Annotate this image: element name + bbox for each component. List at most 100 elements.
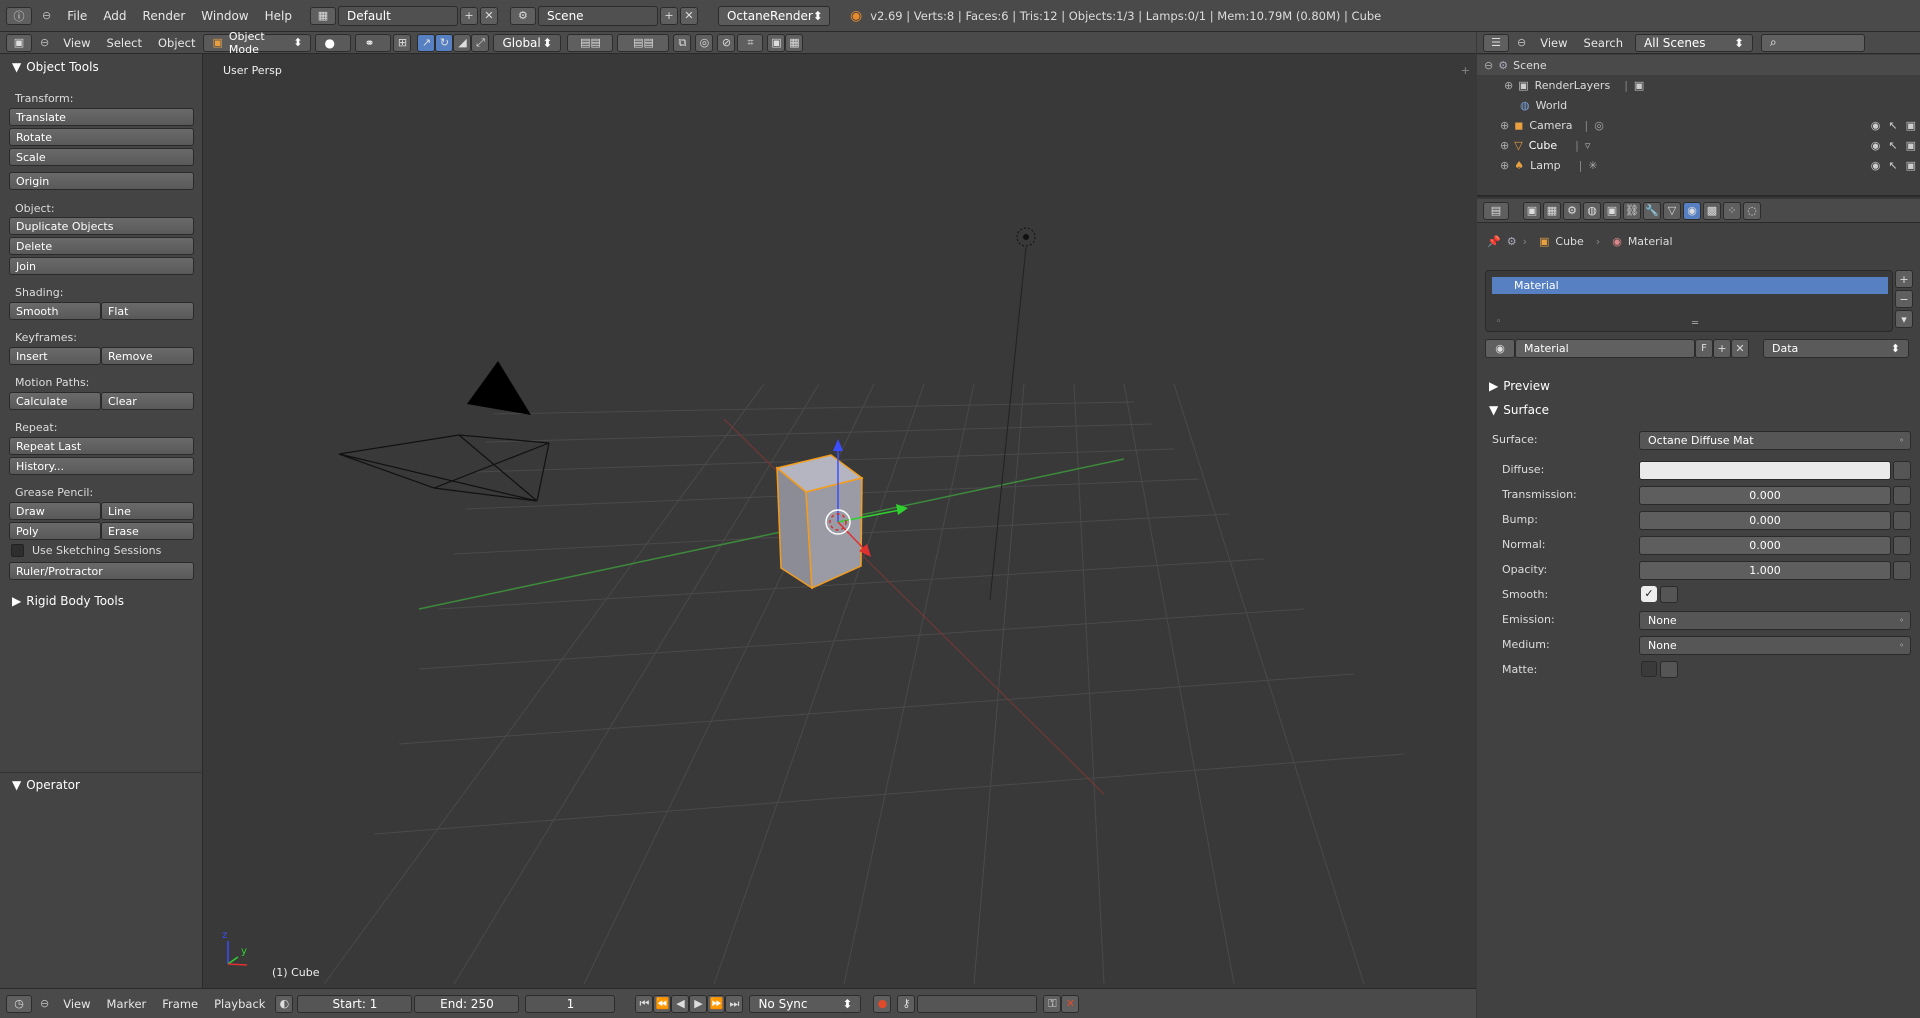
orientation-select[interactable]: Global ⬍ <box>493 33 562 52</box>
material-name-field[interactable]: Material <box>1515 339 1695 358</box>
layout-field[interactable]: Default <box>337 5 458 26</box>
sketching-checkbox[interactable] <box>11 544 24 557</box>
menu-file[interactable]: File <box>59 9 95 23</box>
render-anim-icon[interactable]: ▦ <box>785 33 804 52</box>
render-camera-icon[interactable]: ▣ <box>1906 139 1916 152</box>
origin-button[interactable]: Origin <box>9 172 194 190</box>
scale-button[interactable]: Scale <box>9 148 194 166</box>
repeat-last-button[interactable]: Repeat Last <box>9 437 194 455</box>
screen-layout-icon[interactable]: ▦ <box>309 6 336 25</box>
collapse-menu-icon[interactable]: ⊖ <box>40 36 49 49</box>
remove-keyframe-button[interactable]: Remove <box>101 347 194 365</box>
play-reverse-icon[interactable]: ◀ <box>671 994 690 1013</box>
new-material-icon[interactable]: + <box>1713 339 1731 358</box>
expand-icon[interactable]: ⊕ <box>1500 119 1509 132</box>
translate-button[interactable]: Translate <box>9 108 194 126</box>
rotate-button[interactable]: Rotate <box>9 128 194 146</box>
end-frame-field[interactable]: End: 250 <box>414 994 520 1013</box>
opacity-link-button[interactable] <box>1893 561 1911 580</box>
outliner-row-lamp[interactable]: ⊕ ♠ Lamp | ✳ ◉ ↖ ▣ <box>1477 155 1920 175</box>
start-frame-field[interactable]: Start: 1 <box>297 994 413 1013</box>
menu-render[interactable]: Render <box>135 9 194 23</box>
bump-field[interactable]: 0.000 <box>1639 511 1891 530</box>
collapse-icon[interactable]: ⊖ <box>1484 59 1493 72</box>
material-slot-row[interactable]: Material <box>1492 277 1888 294</box>
link-select[interactable]: Data ⬍ <box>1763 339 1909 358</box>
smooth-checkbox[interactable]: ✓ <box>1641 586 1657 602</box>
jump-keyframe-back-icon[interactable]: ⏪ <box>653 994 672 1013</box>
poly-button[interactable]: Poly <box>9 522 101 540</box>
scene-field[interactable]: Scene <box>537 5 658 26</box>
transmission-link-button[interactable] <box>1893 486 1911 505</box>
outliner-row-cube[interactable]: ⊕ ▽ Cube | ▿ ◉ ↖ ▣ <box>1477 135 1920 155</box>
layer-lock-icon[interactable]: ⧉ <box>673 33 692 52</box>
editor-type-icon[interactable]: ▣ <box>6 33 32 52</box>
play-icon[interactable]: ▶ <box>689 994 708 1013</box>
data-tab-icon[interactable]: ▽ <box>1663 201 1681 220</box>
draw-button[interactable]: Draw <box>9 502 101 520</box>
history-button[interactable]: History... <box>9 457 194 475</box>
expand-icon[interactable]: ⊕ <box>1500 139 1509 152</box>
jump-end-icon[interactable]: ⏭ <box>725 994 744 1013</box>
scene-icon[interactable]: ⚙ <box>509 6 536 25</box>
smooth-shading-button[interactable]: Smooth <box>9 302 101 320</box>
add-scene-icon[interactable]: + <box>659 6 678 25</box>
delete-button[interactable]: Delete <box>9 237 194 255</box>
collapse-menu-icon[interactable]: ⊖ <box>42 9 51 22</box>
proportional-edit-icon[interactable]: ◎ <box>695 33 714 52</box>
timeline-menu-marker[interactable]: Marker <box>99 997 155 1011</box>
outliner-search-input[interactable]: ⌕ <box>1761 33 1866 52</box>
physics-tab-icon[interactable]: ◌ <box>1743 201 1761 220</box>
opacity-field[interactable]: 1.000 <box>1639 561 1891 580</box>
normal-field[interactable]: 0.000 <box>1639 536 1891 555</box>
texture-tab-icon[interactable]: ▩ <box>1703 201 1721 220</box>
3d-viewport[interactable]: y z User Persp (1) Cube + <box>204 54 1476 988</box>
scale-manipulator-icon[interactable]: ◢ <box>453 33 472 52</box>
lamp-object[interactable] <box>989 227 1036 601</box>
outliner-row-renderlayers[interactable]: ⊕ ▣ RenderLayers | ▣ <box>1477 75 1920 95</box>
visibility-eye-icon[interactable]: ◉ <box>1871 139 1881 152</box>
emission-select[interactable]: None ◦ <box>1639 611 1911 630</box>
remove-scene-icon[interactable]: ✕ <box>679 6 698 25</box>
menu-add[interactable]: Add <box>95 9 134 23</box>
object-tools-panel-header[interactable]: ▼ Object Tools <box>12 60 99 74</box>
modifiers-tab-icon[interactable]: 🔧 <box>1643 201 1661 220</box>
properties-editor-icon[interactable]: ▤ <box>1483 201 1509 220</box>
record-icon[interactable]: ● <box>873 994 892 1013</box>
clear-button[interactable]: Clear <box>101 392 194 410</box>
menu-object[interactable]: Object <box>150 36 203 50</box>
menu-window[interactable]: Window <box>193 9 256 23</box>
display-mode-select[interactable]: All Scenes ⬍ <box>1635 33 1754 52</box>
browse-material-icon[interactable]: ◉ <box>1485 339 1515 358</box>
ruler-protractor-button[interactable]: Ruler/Protractor <box>9 562 194 580</box>
constraints-tab-icon[interactable]: ⛓ <box>1623 201 1641 220</box>
erase-button[interactable]: Erase <box>101 522 194 540</box>
snap-toggle-icon[interactable]: ⊘ <box>717 33 736 52</box>
surface-panel-header[interactable]: ▼ Surface <box>1489 403 1549 417</box>
timeline-menu-frame[interactable]: Frame <box>154 997 206 1011</box>
outliner-editor-icon[interactable]: ☰ <box>1483 33 1509 52</box>
insert-keyframe-icon[interactable]: ⚿ <box>1043 994 1062 1013</box>
mode-select[interactable]: ▣ Object Mode ⬍ <box>203 30 312 56</box>
render-layers-tab-icon[interactable]: ▦ <box>1543 201 1561 220</box>
fake-user-button[interactable]: F <box>1695 339 1713 358</box>
render-camera-icon[interactable]: ▣ <box>1906 159 1916 172</box>
manipulator-toggle-icon[interactable]: ⊞ <box>393 33 412 52</box>
outliner-menu-view[interactable]: View <box>1532 36 1575 50</box>
sketching-sessions-toggle[interactable]: Use Sketching Sessions <box>11 544 161 557</box>
render-engine-select[interactable]: OctaneRender ⬍ <box>717 5 830 26</box>
unlink-material-icon[interactable]: ✕ <box>1731 339 1749 358</box>
diffuse-color-swatch[interactable] <box>1639 461 1891 480</box>
pin-icon[interactable]: 📌 <box>1487 235 1501 248</box>
remove-layout-icon[interactable]: ✕ <box>479 6 498 25</box>
viewport-shading-select[interactable]: ● <box>315 33 352 52</box>
medium-select[interactable]: None ◦ <box>1639 636 1911 655</box>
keying-set-icon[interactable]: ⚷ <box>897 994 916 1013</box>
snap-element-icon[interactable]: ⌗ <box>737 33 764 52</box>
outliner-row-scene[interactable]: ⊖ ⚙ Scene <box>1477 55 1920 75</box>
list-filter-icon[interactable]: ◦ <box>1496 317 1501 327</box>
expand-icon[interactable]: ⊕ <box>1504 79 1513 92</box>
timeline-menu-view[interactable]: View <box>55 997 98 1011</box>
operator-panel-header[interactable]: ▼ Operator <box>12 778 80 792</box>
layers-row-2-icon[interactable]: ▤▤ <box>617 33 670 52</box>
